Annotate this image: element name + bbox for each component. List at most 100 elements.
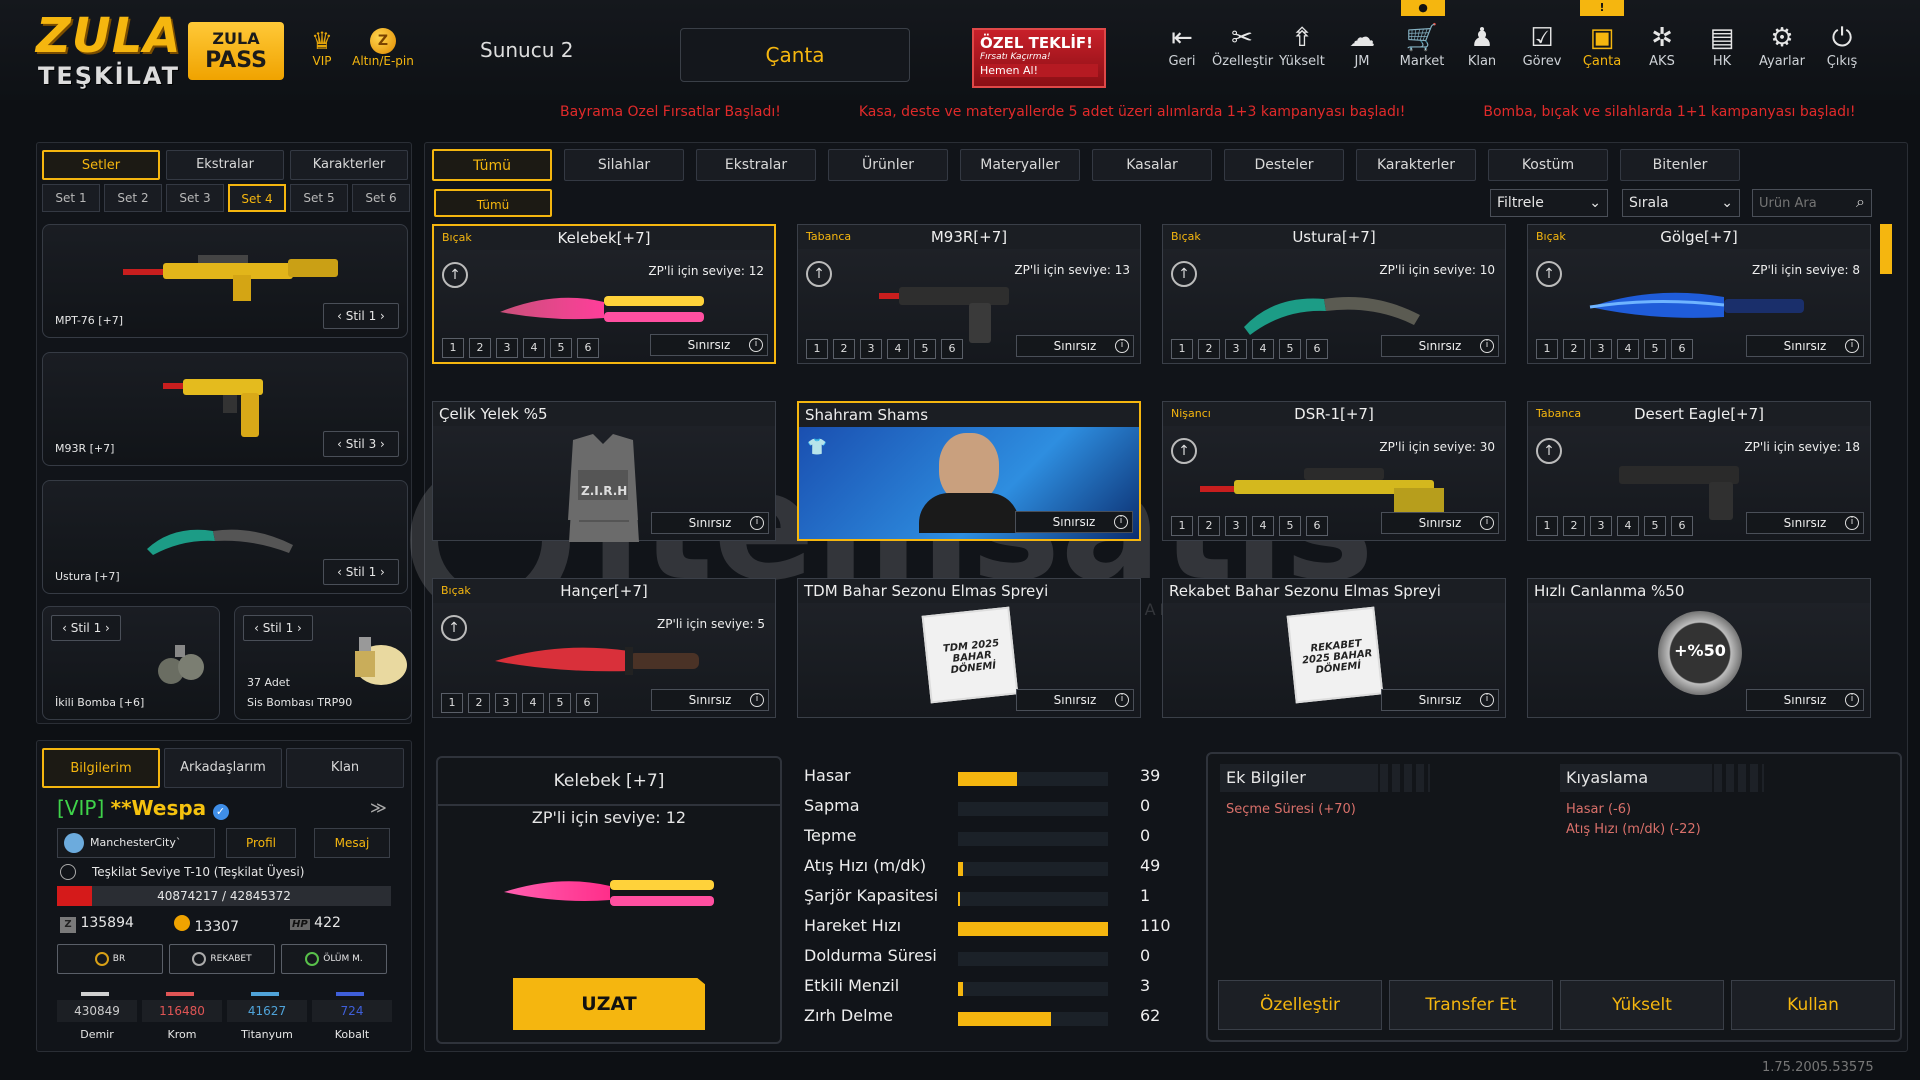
- category-tab-5[interactable]: Kasalar: [1092, 149, 1212, 181]
- nav-cart[interactable]: 🛒 Market: [1392, 22, 1452, 82]
- level-button[interactable]: 1: [441, 693, 463, 713]
- loadout-tab-0[interactable]: Setler: [42, 150, 160, 180]
- chevron-right-icon[interactable]: ›: [297, 621, 302, 635]
- info-icon[interactable]: i: [1845, 339, 1859, 353]
- level-button[interactable]: 2: [1563, 339, 1585, 359]
- level-button[interactable]: 3: [860, 339, 882, 359]
- inventory-item-card[interactable]: Çelik Yelek %5 Z.I.R.H Sınırsız i: [432, 401, 776, 542]
- nav-jm[interactable]: ☁ JM: [1332, 22, 1392, 82]
- loadout-tab-1[interactable]: Ekstralar: [166, 150, 284, 180]
- info-icon[interactable]: i: [1480, 339, 1494, 353]
- level-button[interactable]: 3: [1590, 339, 1612, 359]
- search-box[interactable]: ⌕: [1752, 189, 1872, 217]
- level-button[interactable]: 2: [833, 339, 855, 359]
- level-button[interactable]: 3: [1225, 339, 1247, 359]
- inventory-item-card[interactable]: 👕 Shahram Shams Sınırsız i: [797, 401, 1141, 541]
- info-icon[interactable]: i: [1480, 693, 1494, 707]
- level-button[interactable]: 4: [1252, 516, 1274, 536]
- nav-customize[interactable]: ✂ Özelleştir: [1212, 22, 1273, 82]
- level-button[interactable]: 6: [1306, 516, 1328, 536]
- inventory-item-card[interactable]: Nişancı DSR-1[+7] ZP'li için seviye: 30 ↑ 1 2…: [1162, 401, 1506, 541]
- level-button[interactable]: 6: [577, 338, 599, 358]
- loadout-slot[interactable]: Ustura [+7] ‹ Stil 1 ›: [42, 480, 408, 594]
- style-selector[interactable]: ‹ Stil 1 ›: [51, 615, 121, 641]
- level-button[interactable]: 6: [576, 693, 598, 713]
- category-tab-1[interactable]: Silahlar: [564, 149, 684, 181]
- action-button-1[interactable]: Transfer Et: [1389, 980, 1553, 1030]
- upgrade-arrow-icon[interactable]: ↑: [806, 261, 832, 287]
- inventory-item-card[interactable]: TDM Bahar Sezonu Elmas Spreyi TDM 2025 BA…: [797, 578, 1141, 718]
- style-selector[interactable]: ‹ Stil 1 ›: [243, 615, 313, 641]
- info-icon[interactable]: i: [750, 516, 764, 530]
- category-tab-9[interactable]: Bitenler: [1620, 149, 1740, 181]
- subcategory-all[interactable]: Tümü: [434, 189, 552, 217]
- profile-button[interactable]: Profil: [226, 828, 296, 858]
- inventory-item-card[interactable]: Rekabet Bahar Sezonu Elmas Spreyi REKABET…: [1162, 578, 1506, 718]
- inventory-item-card[interactable]: Bıçak Hançer[+7] ZP'li için seviye: 5 ↑ 1 2 3 4…: [432, 578, 776, 718]
- chevron-right-icon[interactable]: ›: [380, 437, 385, 451]
- action-button-0[interactable]: Özelleştir: [1218, 980, 1382, 1030]
- level-button[interactable]: 4: [887, 339, 909, 359]
- chevron-right-icon[interactable]: ›: [380, 565, 385, 579]
- level-button[interactable]: 6: [1671, 516, 1693, 536]
- set-tab-2[interactable]: Set 2: [104, 184, 162, 212]
- profile-tab-2[interactable]: Klan: [286, 748, 404, 788]
- nav-back[interactable]: ⇤ Geri: [1152, 22, 1212, 82]
- level-button[interactable]: 2: [1563, 516, 1585, 536]
- loadout-slot[interactable]: M93R [+7] ‹ Stil 3 ›: [42, 352, 408, 466]
- level-button[interactable]: 4: [522, 693, 544, 713]
- upgrade-arrow-icon[interactable]: ↑: [442, 262, 468, 288]
- nav-power[interactable]: ⏻ Çıkış: [1812, 22, 1872, 82]
- chevron-left-icon[interactable]: ‹: [337, 565, 342, 579]
- chevron-right-icon[interactable]: ›: [105, 621, 110, 635]
- set-tab-6[interactable]: Set 6: [352, 184, 410, 212]
- info-icon[interactable]: i: [1845, 516, 1859, 530]
- upgrade-arrow-icon[interactable]: ↑: [1536, 438, 1562, 464]
- special-offer-banner[interactable]: ÖZEL TEKLİF! Fırsatı Kaçırma! Hemen Al!: [972, 28, 1106, 88]
- level-button[interactable]: 2: [1198, 339, 1220, 359]
- set-tab-3[interactable]: Set 3: [166, 184, 224, 212]
- nav-aks[interactable]: ✲ AKS: [1632, 22, 1692, 82]
- upgrade-arrow-icon[interactable]: ↑: [1536, 261, 1562, 287]
- style-selector[interactable]: ‹ Stil 1 ›: [323, 303, 399, 329]
- set-tab-1[interactable]: Set 1: [42, 184, 100, 212]
- level-button[interactable]: 6: [941, 339, 963, 359]
- action-button-2[interactable]: Yükselt: [1560, 980, 1724, 1030]
- chevron-right-icon[interactable]: ›: [380, 309, 385, 323]
- style-selector[interactable]: ‹ Stil 1 ›: [323, 559, 399, 585]
- info-icon[interactable]: i: [750, 693, 764, 707]
- level-button[interactable]: 2: [469, 338, 491, 358]
- profile-tab-1[interactable]: Arkadaşlarım: [164, 748, 282, 788]
- chevron-left-icon[interactable]: ‹: [254, 621, 259, 635]
- level-button[interactable]: 1: [806, 339, 828, 359]
- level-button[interactable]: 5: [1644, 339, 1666, 359]
- level-button[interactable]: 3: [496, 338, 518, 358]
- loadout-slot[interactable]: MPT-76 [+7] ‹ Stil 1 ›: [42, 224, 408, 338]
- nav-upgrade[interactable]: ⇮ Yükselt: [1272, 22, 1332, 82]
- chevron-left-icon[interactable]: ‹: [337, 309, 342, 323]
- level-button[interactable]: 6: [1671, 339, 1693, 359]
- zula-pass-button[interactable]: ZULA PASS: [188, 22, 284, 80]
- utility-slot[interactable]: ‹ Stil 1 › 37 Adet Sis Bombası TRP90: [234, 606, 412, 720]
- category-tab-4[interactable]: Materyaller: [960, 149, 1080, 181]
- level-button[interactable]: 4: [1252, 339, 1274, 359]
- level-button[interactable]: 1: [1171, 516, 1193, 536]
- mode-button-0[interactable]: BR: [57, 944, 163, 974]
- level-button[interactable]: 5: [1279, 339, 1301, 359]
- style-selector[interactable]: ‹ Stil 3 ›: [323, 431, 399, 457]
- inventory-item-card[interactable]: Bıçak Gölge[+7] ZP'li için seviye: 8 ↑ 1 2 3 4 5…: [1527, 224, 1871, 364]
- category-tab-7[interactable]: Karakterler: [1356, 149, 1476, 181]
- nav-bag[interactable]: ▣ Çanta: [1572, 22, 1632, 82]
- level-button[interactable]: 2: [468, 693, 490, 713]
- inventory-item-card[interactable]: Bıçak Kelebek[+7] ZP'li için seviye: 12 ↑ 1 2…: [432, 224, 776, 364]
- info-icon[interactable]: i: [1115, 693, 1129, 707]
- set-tab-5[interactable]: Set 5: [290, 184, 348, 212]
- level-button[interactable]: 3: [1590, 516, 1612, 536]
- level-button[interactable]: 3: [495, 693, 517, 713]
- inventory-item-card[interactable]: Bıçak Ustura[+7] ZP'li için seviye: 10 ↑ 1 2 3…: [1162, 224, 1506, 364]
- info-icon[interactable]: i: [1115, 339, 1129, 353]
- inventory-item-card[interactable]: Hızlı Canlanma %50 +%50 Sınırsız i: [1527, 578, 1871, 718]
- category-tab-2[interactable]: Ekstralar: [696, 149, 816, 181]
- chevron-left-icon[interactable]: ‹: [62, 621, 67, 635]
- filter-select[interactable]: Filtrele ⌄: [1490, 189, 1608, 217]
